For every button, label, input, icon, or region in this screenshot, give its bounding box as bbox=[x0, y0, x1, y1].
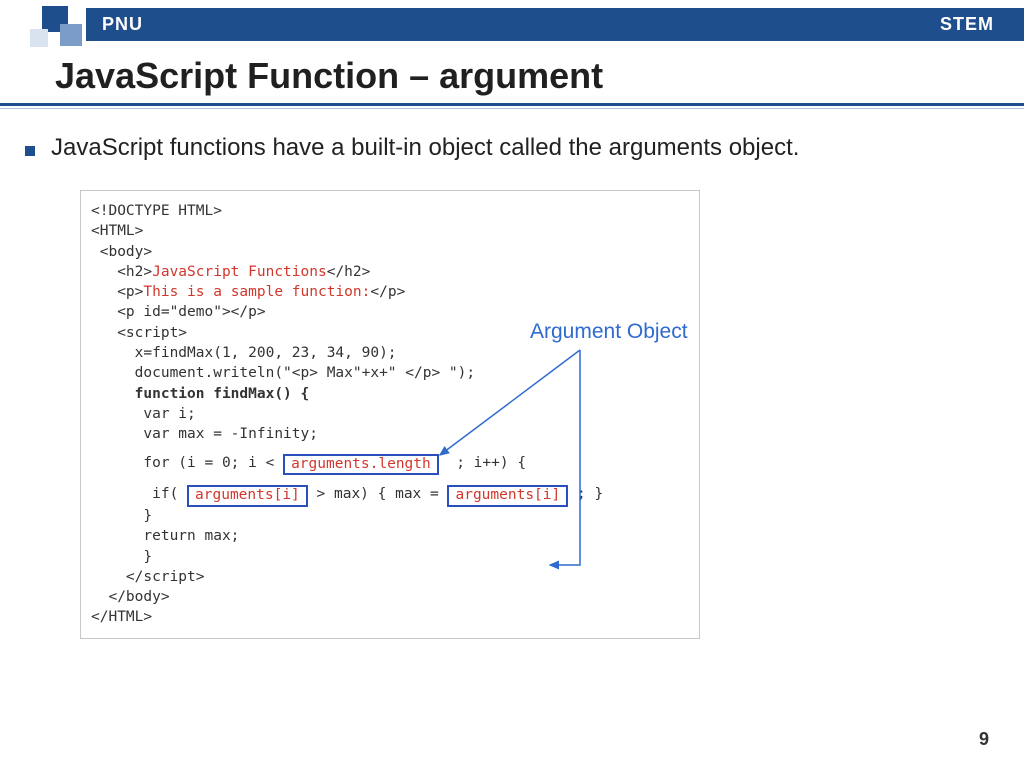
code-block: <!DOCTYPE HTML> <HTML> <body> <h2>JavaSc… bbox=[80, 190, 700, 639]
header-left: PNU bbox=[102, 14, 143, 35]
header-right: STEM bbox=[940, 14, 994, 35]
code-line: </body> bbox=[91, 587, 685, 607]
bullet-text: JavaScript functions have a built-in obj… bbox=[51, 134, 799, 162]
title-underline bbox=[0, 103, 1024, 106]
slide-title: JavaScript Function – argument bbox=[55, 55, 603, 97]
code-line: x=findMax(1, 200, 23, 34, 90); bbox=[91, 343, 685, 363]
code-line: } bbox=[91, 506, 685, 526]
code-line: </HTML> bbox=[91, 607, 685, 627]
code-line: <HTML> bbox=[91, 221, 685, 241]
code-line: var max = -Infinity; bbox=[91, 424, 685, 444]
code-line: <h2>JavaScript Functions</h2> bbox=[91, 262, 685, 282]
code-line: document.writeln("<p> Max"+x+" </p> "); bbox=[91, 363, 685, 383]
code-line: </script> bbox=[91, 567, 685, 587]
code-line: <!DOCTYPE HTML> bbox=[91, 201, 685, 221]
code-line: for (i = 0; i < arguments.length ; i++) … bbox=[91, 453, 685, 475]
header-bar: PNU STEM bbox=[86, 8, 1024, 41]
deco-squares-icon bbox=[30, 6, 84, 46]
code-line: <p>This is a sample function:</p> bbox=[91, 282, 685, 302]
page-number: 9 bbox=[979, 729, 989, 750]
callout-label: Argument Object bbox=[530, 320, 688, 344]
title-underline-thin bbox=[0, 108, 1024, 109]
code-line: function findMax() { bbox=[91, 384, 685, 404]
code-line: <body> bbox=[91, 242, 685, 262]
bullet-icon bbox=[25, 146, 35, 156]
code-line: } bbox=[91, 547, 685, 567]
code-line: var i; bbox=[91, 404, 685, 424]
code-line: return max; bbox=[91, 526, 685, 546]
code-line: if( arguments[i] > max) { max = argument… bbox=[91, 484, 685, 506]
bullet-line: JavaScript functions have a built-in obj… bbox=[25, 134, 994, 162]
